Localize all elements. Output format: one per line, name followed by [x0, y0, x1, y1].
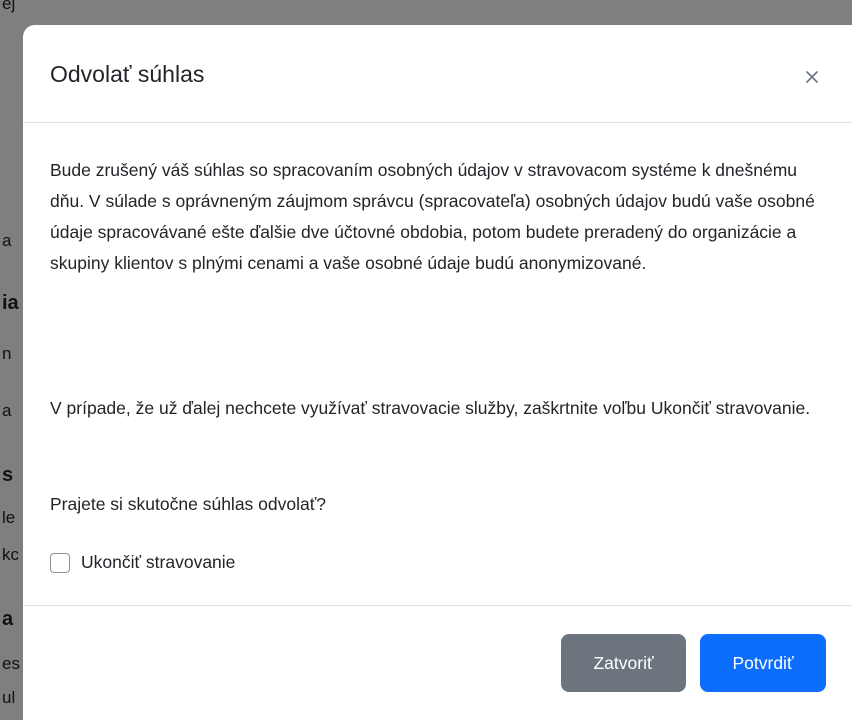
close-modal-button[interactable]: Zatvoriť [561, 634, 686, 692]
close-button[interactable] [799, 59, 825, 87]
end-meals-checkbox-label[interactable]: Ukončiť stravovanie [81, 547, 235, 578]
confirm-button[interactable]: Potvrdiť [700, 634, 826, 692]
revoke-consent-modal: Odvolať súhlas Bude zrušený váš súhlas s… [23, 25, 852, 720]
close-icon [806, 71, 818, 83]
confirmation-question: Prajete si skutočne súhlas odvolať? [50, 494, 327, 514]
modal-title: Odvolať súhlas [50, 61, 205, 87]
end-meals-checkbox-row[interactable]: Ukončiť stravovanie [50, 547, 235, 578]
end-meals-info-paragraph: V prípade, že už ďalej nechcete využívať… [50, 398, 811, 418]
end-meals-checkbox[interactable] [50, 552, 70, 573]
modal-header: Odvolať súhlas [23, 25, 852, 123]
consent-info-paragraph: Bude zrušený váš súhlas so spracovaním o… [50, 160, 815, 273]
modal-footer: Zatvoriť Potvrdiť [23, 605, 852, 720]
